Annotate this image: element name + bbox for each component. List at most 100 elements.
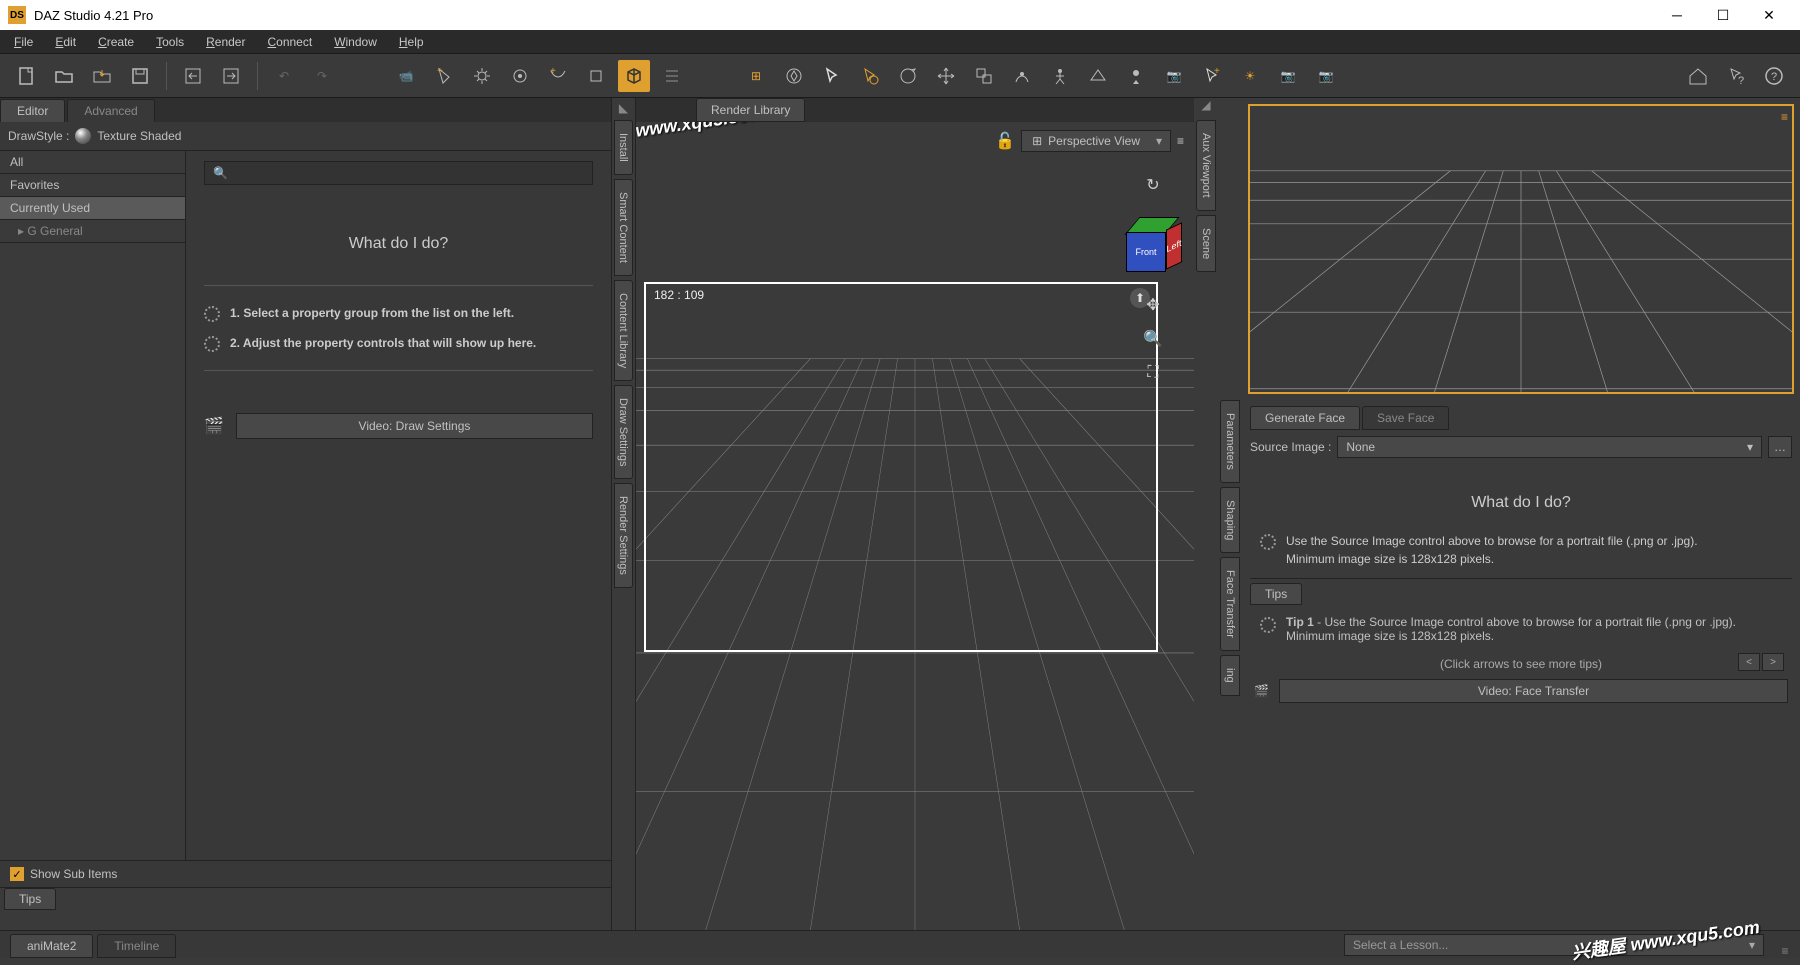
browse-button[interactable]: …: [1768, 436, 1792, 458]
minimize-button[interactable]: ─: [1654, 0, 1700, 30]
show-sub-items-checkbox[interactable]: ✓ Show Sub Items: [10, 867, 601, 881]
translate-tool-icon[interactable]: [930, 60, 962, 92]
context-help-icon[interactable]: ?: [1720, 60, 1752, 92]
render-settings-icon[interactable]: 📷: [1310, 60, 1342, 92]
view-cube[interactable]: Left Front: [1122, 214, 1184, 276]
sphere-icon[interactable]: [75, 128, 91, 144]
save-file-icon[interactable]: [124, 60, 156, 92]
menu-connect[interactable]: Connect: [257, 32, 322, 52]
tab-render-library[interactable]: Render Library: [696, 98, 805, 122]
add-null-icon[interactable]: [580, 60, 612, 92]
menu-create[interactable]: Create: [88, 32, 144, 52]
add-primitive-icon[interactable]: [618, 60, 650, 92]
vtab-render-settings[interactable]: Render Settings: [614, 483, 633, 588]
redo-icon[interactable]: ↷: [306, 60, 338, 92]
menu-edit[interactable]: Edit: [45, 32, 86, 52]
menu-file[interactable]: File: [4, 32, 43, 52]
vtab-shaping[interactable]: Shaping: [1220, 487, 1240, 553]
vtab-aux-viewport[interactable]: Aux Viewport: [1196, 120, 1216, 211]
viewport-menu-icon[interactable]: ≡: [1177, 134, 1184, 148]
pan-icon[interactable]: ✥: [1140, 292, 1166, 318]
view-selector[interactable]: ⊞ Perspective View: [1021, 130, 1171, 152]
export-icon[interactable]: [215, 60, 247, 92]
filter-favorites[interactable]: Favorites: [0, 174, 185, 197]
aux-menu-icon[interactable]: ≡: [1781, 110, 1788, 124]
vtab-scene[interactable]: Scene: [1196, 215, 1216, 272]
bottom-menu-icon[interactable]: ≡: [1770, 944, 1800, 958]
filter-general[interactable]: G General: [0, 220, 185, 243]
add-group-icon[interactable]: [656, 60, 688, 92]
add-point-light-icon[interactable]: [504, 60, 536, 92]
undo-icon[interactable]: ↶: [268, 60, 300, 92]
filter-currently-used[interactable]: Currently Used: [0, 197, 185, 220]
universal-tool-icon[interactable]: [1006, 60, 1038, 92]
tip-next-button[interactable]: >: [1762, 653, 1784, 671]
drawstyle-value[interactable]: Texture Shaded: [97, 129, 181, 143]
vtab-parameters[interactable]: Parameters: [1220, 400, 1240, 483]
tab-editor[interactable]: Editor: [0, 99, 65, 122]
svg-text:+: +: [437, 66, 443, 77]
lesson-selector[interactable]: Select a Lesson...: [1344, 934, 1764, 956]
view-label: Perspective View: [1048, 134, 1140, 148]
vtab-face-transfer[interactable]: Face Transfer: [1220, 557, 1240, 651]
main-viewport[interactable]: 🔓 ⊞ Perspective View ≡ ↻ Left Front ✥ 🔍 …: [636, 122, 1194, 930]
open-file-icon[interactable]: [48, 60, 80, 92]
daz-home-icon[interactable]: [1682, 60, 1714, 92]
orbit-icon[interactable]: ↻: [1140, 172, 1166, 198]
active-pose-icon[interactable]: [1044, 60, 1076, 92]
select-children-icon[interactable]: +: [1196, 60, 1228, 92]
vtab-posing[interactable]: ing: [1220, 655, 1240, 696]
merge-file-icon[interactable]: [86, 60, 118, 92]
render-frame[interactable]: 182 : 109 ⬆: [644, 282, 1158, 652]
add-camera-icon[interactable]: 📹: [390, 60, 422, 92]
tab-save-face[interactable]: Save Face: [1362, 406, 1449, 430]
help-icon[interactable]: ?: [1758, 60, 1790, 92]
video-face-transfer-button[interactable]: Video: Face Transfer: [1279, 679, 1788, 703]
menu-help[interactable]: Help: [389, 32, 434, 52]
surface-tool-icon[interactable]: [1082, 60, 1114, 92]
region-select-icon[interactable]: [854, 60, 886, 92]
center-panel: Render Library: [636, 98, 1194, 930]
source-image-dropdown[interactable]: None: [1337, 436, 1762, 458]
frame-icon[interactable]: ⛶: [1140, 360, 1166, 386]
filter-all[interactable]: All: [0, 151, 185, 174]
snap-icon[interactable]: ⊞: [740, 60, 772, 92]
camera-lock-icon[interactable]: 🔓: [995, 131, 1015, 151]
tab-advanced[interactable]: Advanced: [67, 99, 154, 122]
maximize-button[interactable]: ☐: [1700, 0, 1746, 30]
vtab-smart-content[interactable]: Smart Content: [614, 179, 633, 276]
tip-prev-button[interactable]: <: [1738, 653, 1760, 671]
vtab-content-library[interactable]: Content Library: [614, 280, 633, 381]
tab-animate2[interactable]: aniMate2: [10, 934, 93, 958]
vtab-install[interactable]: Install: [614, 120, 633, 175]
import-icon[interactable]: [177, 60, 209, 92]
zoom-icon[interactable]: 🔍: [1140, 326, 1166, 352]
tab-timeline[interactable]: Timeline: [97, 934, 176, 958]
frame-icon[interactable]: [778, 60, 810, 92]
rotate-tool-icon[interactable]: [892, 60, 924, 92]
select-tool-icon[interactable]: [816, 60, 848, 92]
search-input[interactable]: 🔍: [204, 161, 593, 185]
lights-toggle-icon[interactable]: ☀: [1234, 60, 1266, 92]
video-draw-settings-button[interactable]: Video: Draw Settings: [236, 413, 593, 439]
menu-render[interactable]: Render: [196, 32, 255, 52]
tab-tips[interactable]: Tips: [1250, 583, 1302, 605]
aux-viewport[interactable]: ≡: [1248, 104, 1794, 394]
vtab-draw-settings[interactable]: Draw Settings: [614, 385, 633, 479]
add-spotlight-icon[interactable]: +: [428, 60, 460, 92]
tab-tips[interactable]: Tips: [4, 888, 56, 910]
right-tabstrip-a: ◢ Aux Viewport Scene: [1194, 98, 1218, 930]
add-distant-light-icon[interactable]: [466, 60, 498, 92]
new-file-icon[interactable]: [10, 60, 42, 92]
scale-tool-icon[interactable]: [968, 60, 1000, 92]
camera-settings-icon[interactable]: 📷: [1272, 60, 1304, 92]
menu-window[interactable]: Window: [324, 32, 387, 52]
panel-corner-icon[interactable]: ◢: [1194, 98, 1218, 118]
panel-corner-icon[interactable]: ◣: [612, 98, 635, 118]
add-linear-light-icon[interactable]: +: [542, 60, 574, 92]
close-button[interactable]: ✕: [1746, 0, 1792, 30]
render-icon[interactable]: 📷: [1158, 60, 1190, 92]
tab-generate-face[interactable]: Generate Face: [1250, 406, 1360, 430]
menu-tools[interactable]: Tools: [146, 32, 194, 52]
spot-render-icon[interactable]: [1120, 60, 1152, 92]
